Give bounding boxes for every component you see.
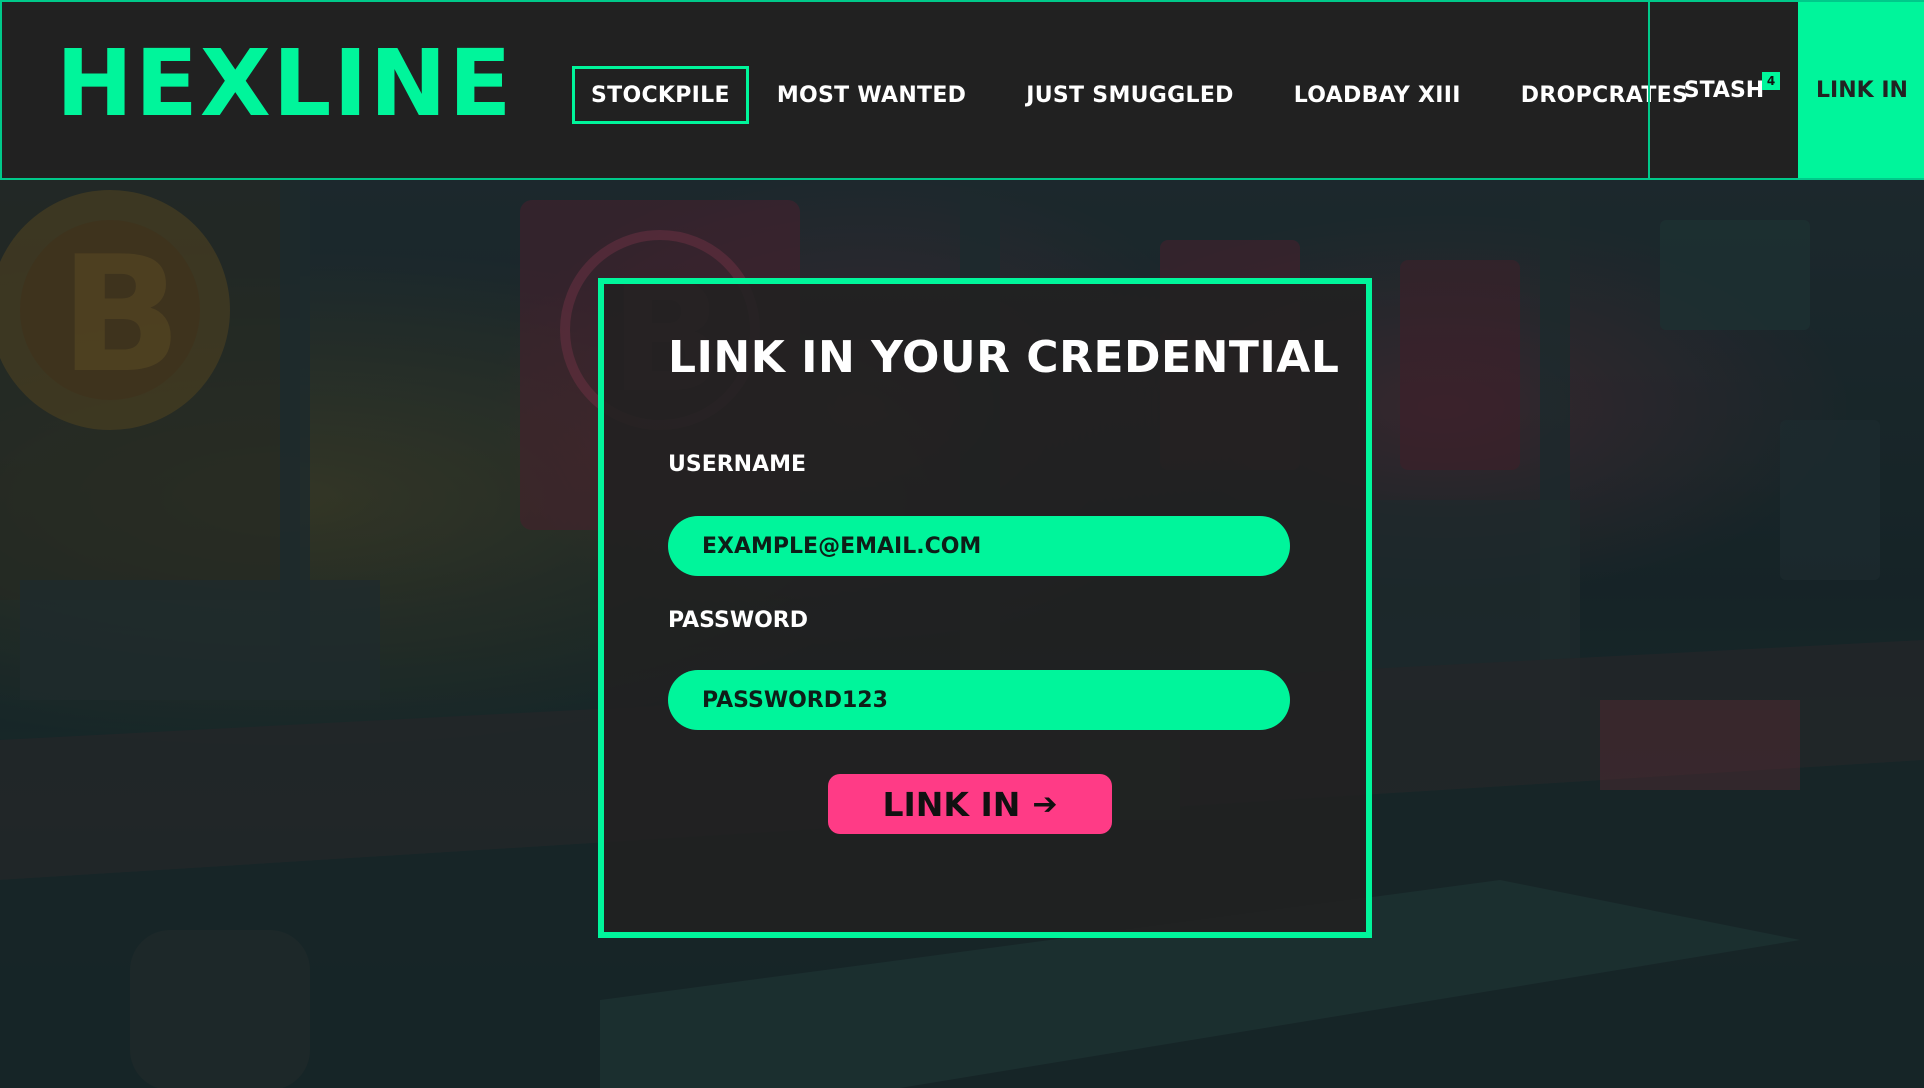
link-in-submit-button[interactable]: LINK IN ➔ <box>828 774 1112 834</box>
nav-item-just-smuggled[interactable]: JUST SMUGGLED <box>1010 66 1250 124</box>
password-input[interactable] <box>700 686 1290 714</box>
login-title: LINK IN YOUR CREDENTIAL <box>668 332 1340 383</box>
nav-item-stockpile[interactable]: STOCKPILE <box>572 66 749 124</box>
nav-item-loadbay-xiii[interactable]: LOADBAY XIII <box>1278 66 1477 124</box>
header-link-in-button[interactable]: LINK IN <box>1798 2 1924 178</box>
submit-label: LINK IN <box>882 784 1021 824</box>
password-label: PASSWORD <box>668 608 809 633</box>
top-navigation-bar: HEXLINE STOCKPILE MOST WANTED JUST SMUGG… <box>0 0 1924 180</box>
username-label: USERNAME <box>668 452 807 477</box>
password-field-container[interactable] <box>668 670 1290 730</box>
nav-item-most-wanted[interactable]: MOST WANTED <box>761 66 982 124</box>
username-input[interactable] <box>700 532 1290 560</box>
stash-label: STASH <box>1683 77 1765 103</box>
stash-button[interactable]: STASH 4 <box>1648 2 1798 178</box>
login-card: LINK IN YOUR CREDENTIAL USERNAME PASSWOR… <box>598 278 1372 938</box>
site-logo[interactable]: HEXLINE <box>56 38 513 130</box>
main-nav: STOCKPILE MOST WANTED JUST SMUGGLED LOAD… <box>572 64 1732 126</box>
username-field-container[interactable] <box>668 516 1290 576</box>
stash-count-badge: 4 <box>1762 72 1780 90</box>
arrow-right-icon: ➔ <box>1032 786 1058 822</box>
